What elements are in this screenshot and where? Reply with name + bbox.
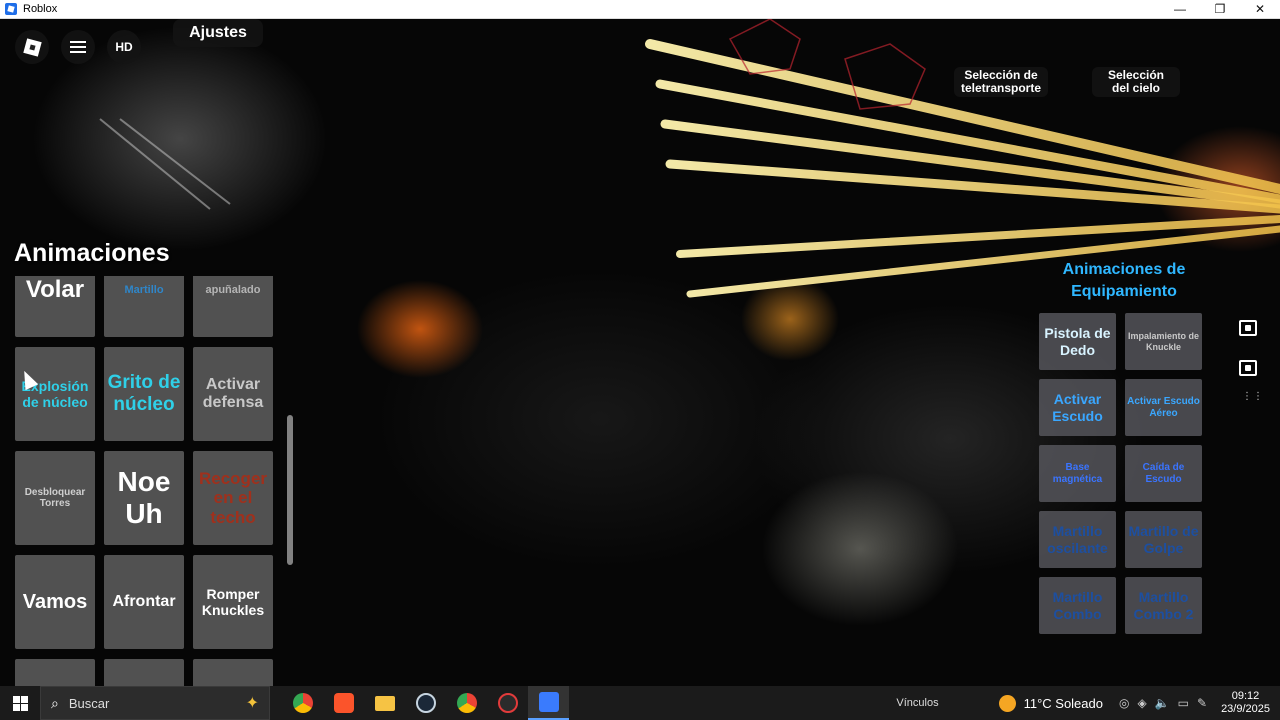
roblox-app-icon xyxy=(5,3,17,15)
equipment-button[interactable]: Base magnética xyxy=(1039,445,1116,502)
roblox-icon xyxy=(538,692,559,712)
roblox-window: Roblox — ❐ ✕ HD Ajustes Selección de tel… xyxy=(0,0,1280,720)
equipment-grid: Pistola de Dedo Impalamiento de Knuckle Ac… xyxy=(1039,313,1202,634)
animation-button[interactable]: Volar xyxy=(15,276,95,337)
hamburger-icon xyxy=(70,41,86,53)
links-label[interactable]: Vínculos xyxy=(896,697,938,709)
animations-title: Animaciones xyxy=(14,239,170,267)
equipment-button[interactable]: Impalamiento de Knuckle xyxy=(1125,313,1202,370)
animation-button[interactable]: Desbloquear Torres xyxy=(15,451,95,545)
equipment-button[interactable]: Activar Escudo Aéreo xyxy=(1125,379,1202,436)
close-button[interactable]: ✕ xyxy=(1240,0,1280,19)
maximize-button[interactable]: ❐ xyxy=(1200,0,1240,19)
more-dots-icon[interactable]: ⋮⋮ xyxy=(1242,391,1264,402)
sky-selection-button[interactable]: Selección del cielo xyxy=(1092,67,1180,97)
equipment-title: Animaciones de Equipamiento xyxy=(1062,261,1186,300)
sun-weather-icon xyxy=(998,694,1016,712)
animation-button[interactable]: Bloquear xyxy=(193,659,273,686)
minimize-button[interactable]: — xyxy=(1160,0,1200,19)
animation-button[interactable]: Vamos xyxy=(15,555,95,649)
animations-panel[interactable]: Volar Martillo apuñalado Explosión de núcle… xyxy=(10,276,300,686)
window-title: Roblox xyxy=(23,3,58,15)
screenshot-frame-icon[interactable] xyxy=(1236,316,1260,340)
brave-icon xyxy=(333,693,354,713)
volume-icon[interactable]: 🔈 xyxy=(1155,696,1170,710)
animation-button[interactable]: apuñalado xyxy=(193,276,273,337)
clock-date: 23/9/2025 xyxy=(1221,703,1270,715)
explorer-taskbar-app[interactable] xyxy=(364,686,405,720)
chrome-profile-taskbar-app[interactable] xyxy=(446,686,487,720)
roblox-menu-button[interactable] xyxy=(15,30,49,64)
search-icon: ⌕ xyxy=(51,694,59,711)
roblox-logo-icon xyxy=(22,37,42,57)
start-button[interactable] xyxy=(0,686,40,720)
animation-button[interactable]: Activar defensa xyxy=(193,347,273,441)
windows-logo-icon xyxy=(12,695,28,711)
equipment-button[interactable]: Activar Escudo xyxy=(1039,379,1116,436)
system-tray: Vínculos 11°C Soleado ◎ ◈ 🔈 ▭ ✎ 09:12 23… xyxy=(896,686,1280,720)
hd-label: HD xyxy=(115,40,133,54)
equipment-button[interactable]: Caída de Escudo xyxy=(1125,445,1202,502)
brave-taskbar-app[interactable] xyxy=(323,686,364,720)
search-placeholder: Buscar xyxy=(68,695,110,711)
chrome-taskbar-app[interactable] xyxy=(282,686,323,720)
equipment-button[interactable]: Martillo Combo xyxy=(1039,577,1116,634)
gauge-icon xyxy=(497,693,518,713)
copilot-sparkle-icon: ✦ xyxy=(245,695,259,712)
roblox-taskbar-app[interactable] xyxy=(528,686,569,720)
teleport-selection-button[interactable]: Selección de teletransporte xyxy=(954,67,1048,97)
animation-button[interactable]: Noe Uh xyxy=(104,451,184,545)
animation-button[interactable]: Explosión de núcleo xyxy=(15,347,95,441)
animation-button[interactable]: Romper Knuckles xyxy=(193,555,273,649)
animations-scrollbar[interactable] xyxy=(287,415,293,565)
windows-taskbar: ⌕ Buscar ✦ Vínculos 11°C Soleado ◎ ◈ 🔈 ▭… xyxy=(0,686,1280,720)
animations-grid: Volar Martillo apuñalado Explosión de núcle… xyxy=(15,276,273,686)
folder-icon xyxy=(374,695,395,711)
animation-button[interactable]: Sostener Gman xyxy=(104,659,184,686)
gauge-taskbar-app[interactable] xyxy=(487,686,528,720)
window-titlebar: Roblox — ❐ ✕ xyxy=(0,0,1280,19)
equipment-button[interactable]: Martillo de Golpe xyxy=(1125,511,1202,568)
chrome-icon xyxy=(292,693,313,713)
equipment-button[interactable]: Pistola de Dedo xyxy=(1039,313,1116,370)
settings-button[interactable]: Ajustes xyxy=(173,19,263,47)
hamburger-menu-button[interactable] xyxy=(61,30,95,64)
hd-button[interactable]: HD xyxy=(107,30,141,64)
chrome-icon xyxy=(456,693,477,713)
animation-button[interactable]: Recoger en el techo xyxy=(193,451,273,545)
animation-button[interactable]: Sacudida de xyxy=(15,659,95,686)
equipment-button[interactable]: Martillo oscilante xyxy=(1039,511,1116,568)
network-icon[interactable]: ▭ xyxy=(1178,696,1189,710)
animation-button[interactable]: Grito de núcleo xyxy=(104,347,184,441)
animation-button[interactable]: Martillo xyxy=(104,276,184,337)
equipment-button[interactable]: Martillo Combo 2 xyxy=(1125,577,1202,634)
pen-icon[interactable]: ✎ xyxy=(1197,696,1207,710)
animation-button[interactable]: Afrontar xyxy=(104,555,184,649)
steam-taskbar-app[interactable] xyxy=(405,686,446,720)
taskbar-search[interactable]: ⌕ Buscar ✦ xyxy=(40,686,270,720)
nvidia-icon[interactable]: ◈ xyxy=(1137,696,1146,710)
weather-text[interactable]: 11°C Soleado xyxy=(1024,696,1103,711)
taskbar-clock[interactable]: 09:12 23/9/2025 xyxy=(1221,690,1270,716)
clock-time: 09:12 xyxy=(1231,690,1260,702)
capture-icon[interactable] xyxy=(1236,356,1260,380)
shield-icon[interactable]: ◎ xyxy=(1119,696,1129,710)
steam-icon xyxy=(415,693,436,713)
